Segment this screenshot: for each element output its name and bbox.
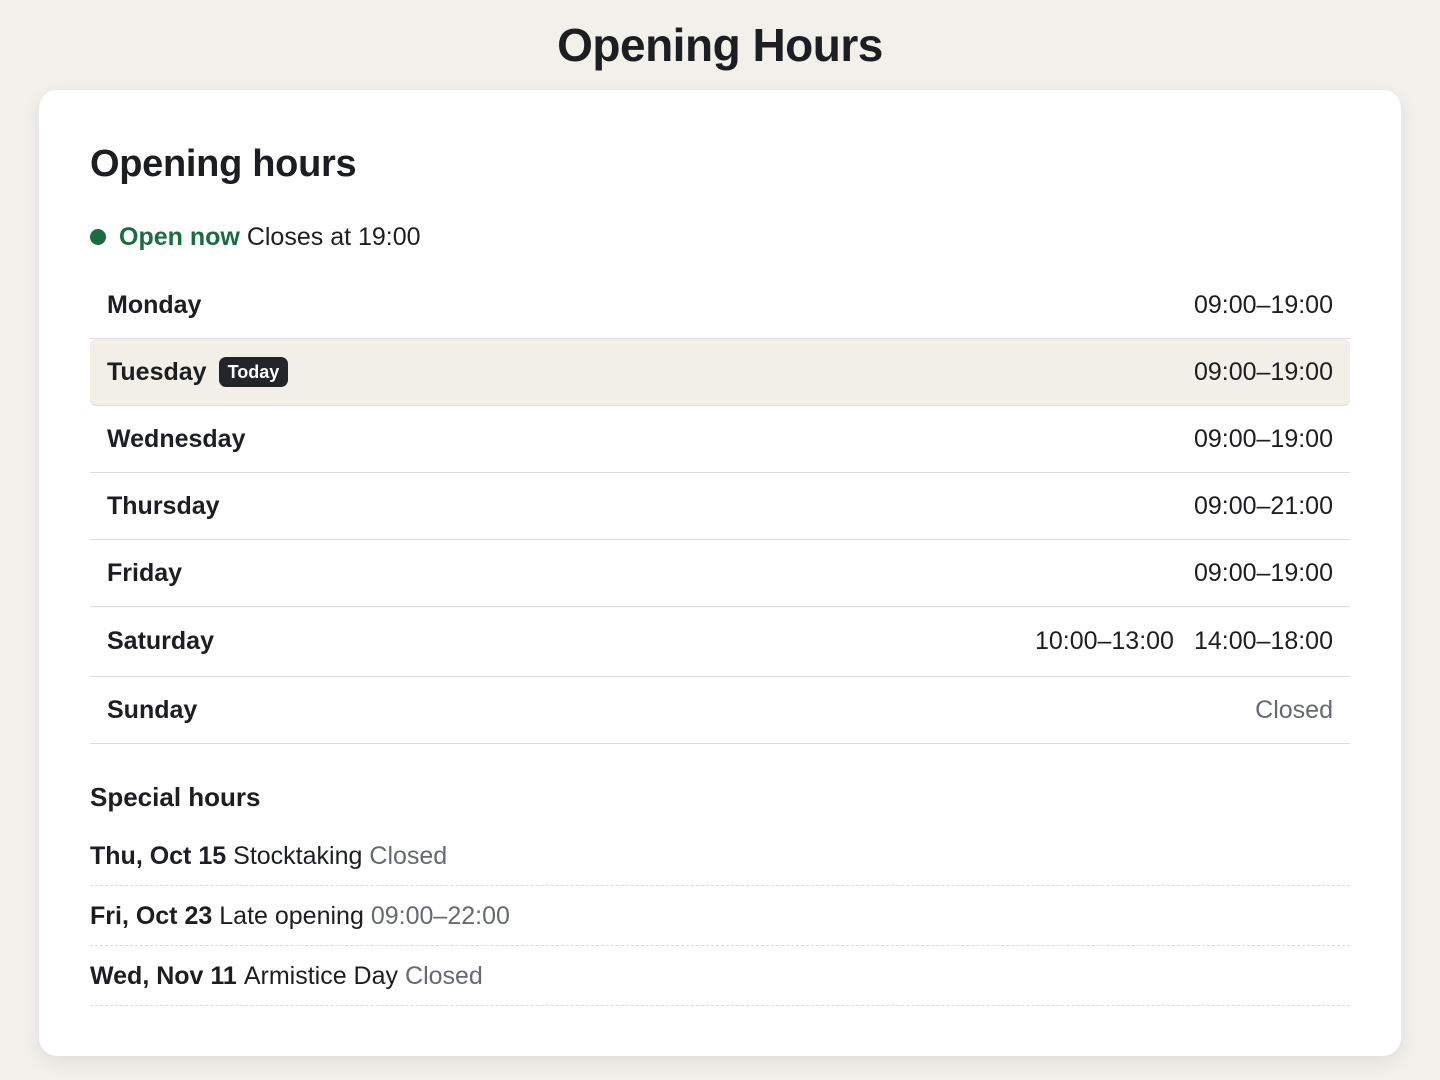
day-hours: 09:00–19:00 [1193,290,1333,319]
day-row-sunday: Sunday Closed [90,677,1350,744]
special-hours-item: Wed, Nov 11 Armistice Day Closed [90,946,1350,1006]
special-description: Armistice Day [243,962,399,990]
day-name: Friday [107,558,183,587]
special-date: Wed, Nov 11 [90,962,237,990]
day-name: Tuesday [107,357,207,386]
day-name: Wednesday [107,424,246,453]
day-row-wednesday: Wednesday 09:00–19:00 [90,406,1350,473]
day-name: Sunday [107,695,198,724]
day-hours: 09:00–19:00 [1193,357,1333,386]
day-hours: 09:00–21:00 [1193,491,1333,520]
special-status: Closed [405,962,483,990]
special-description: Late opening [219,902,364,930]
day-hours: 09:00–19:00 [1193,558,1333,587]
day-hours-closed: Closed [1255,695,1333,724]
special-status: Closed [369,842,448,870]
special-hours-heading: Special hours [90,782,261,812]
day-row-monday: Monday 09:00–19:00 [90,272,1350,339]
opening-hours-card: Opening hours Open now Closes at 19:00 M… [39,90,1401,1056]
day-hours: 09:00–19:00 [1193,424,1333,453]
special-description: Stocktaking [233,842,363,870]
day-row-friday: Friday 09:00–19:00 [90,540,1350,607]
day-name: Monday [107,290,202,319]
card-heading: Opening hours [90,143,357,185]
weekly-hours-list: Monday 09:00–19:00 Tuesday Today 09:00–1… [90,272,1350,744]
day-row-tuesday: Tuesday Today 09:00–19:00 [90,339,1350,406]
special-hours-item: Thu, Oct 15 Stocktaking Closed [90,826,1350,886]
special-status: 09:00–22:00 [370,902,510,930]
day-row-saturday: Saturday 10:00–13:00 14:00–18:00 [90,607,1350,677]
day-name: Saturday [107,627,214,655]
status-detail: Closes at 19:00 [246,222,421,251]
day-name: Thursday [107,491,220,520]
page-title: Opening Hours [557,19,883,71]
status-label: Open now [119,222,240,251]
special-date: Thu, Oct 15 [90,842,227,870]
day-hours-afternoon: 14:00–18:00 [1193,627,1333,655]
special-date: Fri, Oct 23 [90,902,213,930]
status-dot-icon [90,229,106,245]
today-badge: Today [218,357,289,387]
open-status: Open now Closes at 19:00 [90,220,421,254]
special-hours-item: Fri, Oct 23 Late opening 09:00–22:00 [90,886,1350,946]
day-hours-morning: 10:00–13:00 [1034,627,1174,655]
day-row-thursday: Thursday 09:00–21:00 [90,473,1350,540]
special-hours-list: Thu, Oct 15 Stocktaking Closed Fri, Oct … [90,826,1350,1006]
